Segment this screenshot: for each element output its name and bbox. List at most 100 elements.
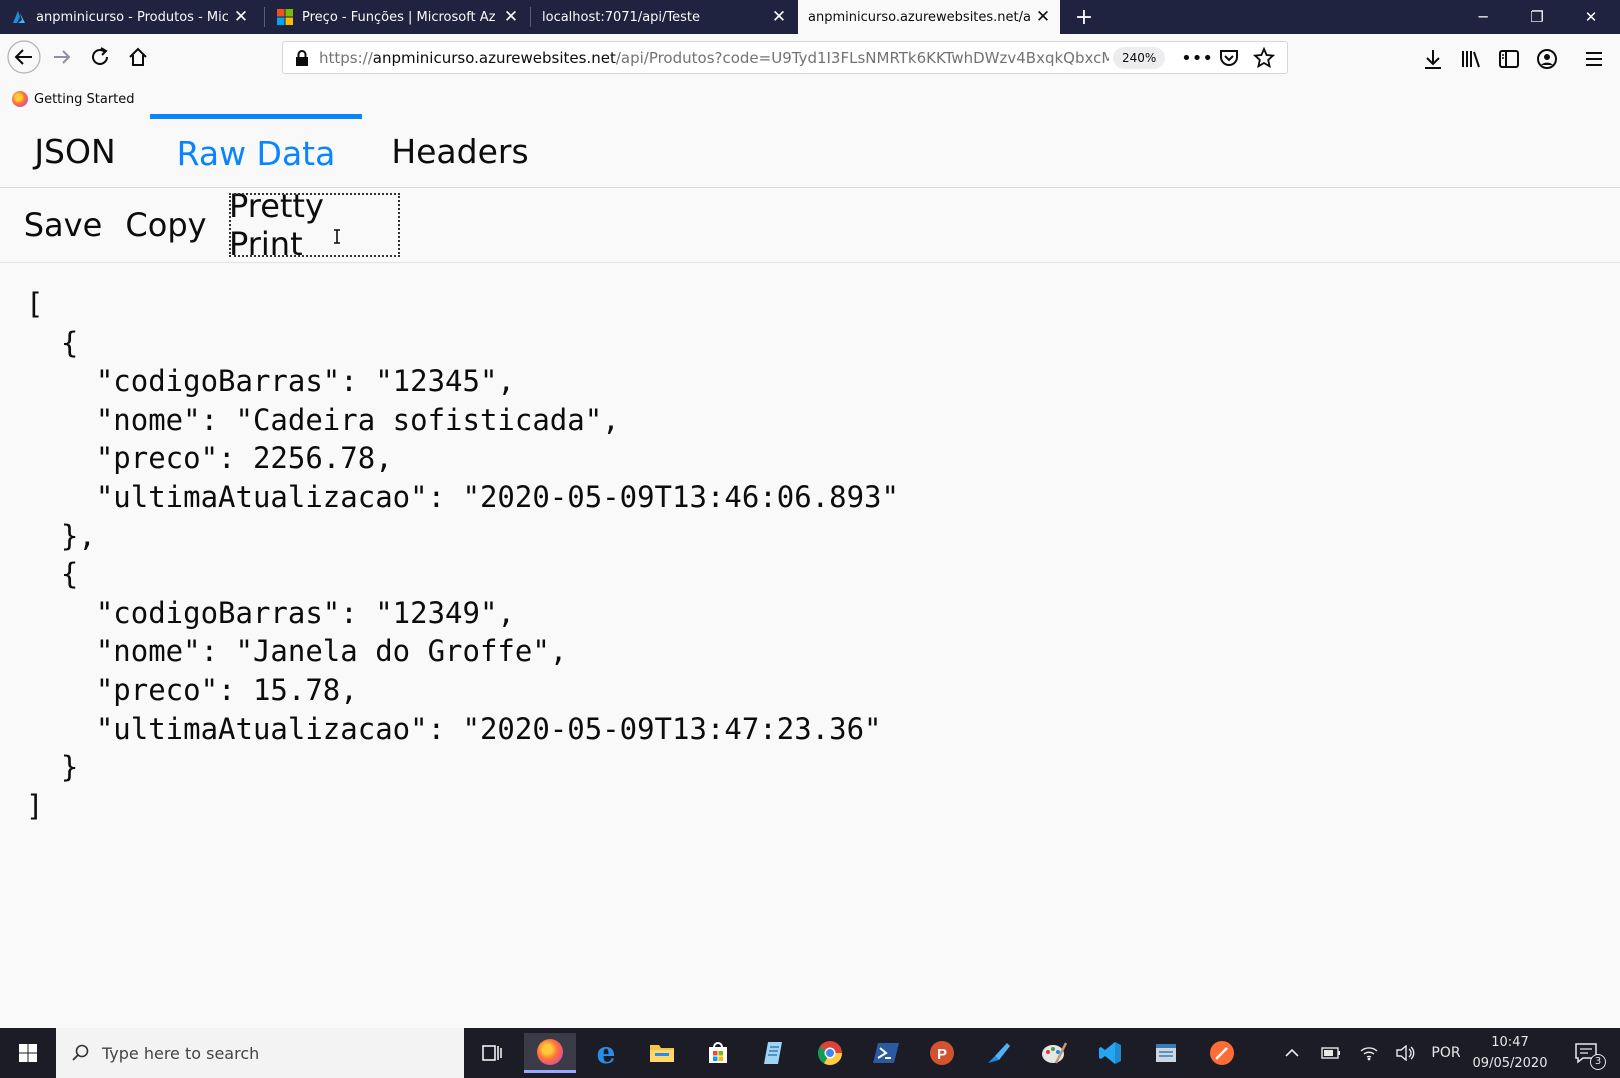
json-viewer-tabs: JSON Raw Data Headers [0, 114, 1620, 188]
search-icon [72, 1044, 89, 1061]
save-button[interactable]: Save [22, 193, 104, 257]
taskbar-sql-tool[interactable] [1140, 1033, 1192, 1073]
taskbar-powerpoint[interactable]: P [916, 1033, 968, 1073]
new-tab-button[interactable]: + [1070, 0, 1098, 34]
mouse-cursor-icon [334, 229, 340, 244]
reload-icon [92, 47, 108, 65]
raw-data-toolbar: Save Copy Pretty Print [0, 187, 1620, 263]
paint-3d-icon [988, 1043, 1010, 1063]
url-host: anpminicurso.azurewebsites.net [372, 49, 616, 67]
lock-icon [296, 50, 308, 66]
restore-window-button[interactable]: ❐ [1510, 0, 1564, 34]
postman-icon [1210, 1041, 1234, 1065]
bookmark-label: Getting Started [34, 91, 135, 107]
downloads-icon[interactable] [1422, 48, 1444, 70]
folder-icon [650, 1045, 674, 1062]
browser-tab-preco-funcoes[interactable]: Preço - Funções | Microsoft Az ✕ [266, 0, 528, 34]
tab-divider [264, 7, 265, 27]
task-view-button[interactable] [466, 1033, 518, 1073]
taskbar-search-box[interactable]: Type here to search [56, 1028, 464, 1078]
home-icon [129, 47, 147, 66]
vscode-icon [1099, 1042, 1121, 1064]
start-button[interactable] [0, 1028, 56, 1078]
tab-divider [530, 7, 531, 27]
url-text[interactable]: https://anpminicurso.azurewebsites.net/a… [319, 49, 1109, 67]
notification-count-badge: 3 [1590, 1054, 1606, 1070]
windows-logo-icon [19, 1044, 37, 1062]
close-window-button[interactable]: ✕ [1564, 0, 1618, 34]
taskbar-vscode[interactable] [1084, 1033, 1136, 1073]
library-icon[interactable] [1460, 48, 1482, 70]
forward-button[interactable] [44, 39, 80, 75]
back-button[interactable] [6, 39, 42, 75]
browser-tab-azure-produtos[interactable]: anpminicurso - Produtos - Mic ✕ [0, 0, 258, 34]
clock-date: 09/05/2020 [1472, 1056, 1548, 1071]
microsoft-icon [277, 9, 293, 25]
taskbar-postman[interactable] [1196, 1033, 1248, 1073]
volume-icon[interactable] [1390, 1028, 1420, 1078]
back-arrow-icon [7, 40, 41, 74]
zoom-level-badge[interactable]: 240% [1113, 47, 1166, 69]
sql-tool-icon [1156, 1044, 1176, 1062]
tab-json[interactable]: JSON [18, 114, 132, 188]
powershell-icon [873, 1043, 899, 1063]
account-icon[interactable] [1536, 48, 1558, 70]
pretty-print-button[interactable]: Pretty Print [229, 187, 400, 263]
powerpoint-icon: P [930, 1041, 954, 1065]
minimize-window-button[interactable]: ─ [1456, 0, 1510, 34]
reload-button[interactable] [82, 39, 118, 75]
taskbar-firefox[interactable] [524, 1033, 576, 1073]
battery-icon[interactable] [1316, 1028, 1346, 1078]
input-language-indicator[interactable]: POR [1428, 1028, 1464, 1078]
taskbar-file-explorer[interactable] [636, 1033, 688, 1073]
taskbar-chrome[interactable] [804, 1033, 856, 1073]
menu-icon[interactable] [1584, 49, 1604, 69]
edge-icon: e [596, 1035, 616, 1071]
bookmark-getting-started[interactable]: Getting Started [12, 88, 135, 110]
azure-icon [13, 11, 25, 23]
browser-nav-bar: https://anpminicurso.azurewebsites.net/a… [0, 34, 1620, 84]
close-tab-icon[interactable]: ✕ [766, 4, 792, 30]
url-path: /api/Produtos?code=U9Tyd1I3FLsNMRTk6KKTw… [615, 49, 1109, 67]
windows-taskbar: Type here to search e P POR 10:47 09/05/… [0, 1028, 1620, 1078]
notepad-icon [764, 1042, 782, 1064]
tab-raw-data[interactable]: Raw Data [150, 114, 362, 188]
taskbar-edge[interactable]: e [580, 1033, 632, 1073]
taskbar-paint-3d[interactable] [972, 1033, 1024, 1073]
browser-tab-localhost-teste[interactable]: localhost:7071/api/Teste ✕ [532, 0, 796, 34]
tab-title: anpminicurso - Produtos - Mic [36, 9, 228, 25]
sidebar-icon[interactable] [1498, 48, 1520, 70]
close-tab-icon[interactable]: ✕ [228, 4, 254, 30]
close-tab-icon[interactable]: ✕ [1030, 4, 1056, 30]
taskbar-store[interactable] [692, 1033, 744, 1073]
copy-button[interactable]: Copy [122, 193, 210, 257]
raw-json-text: [ { "codigoBarras": "12345", "nome": "Ca… [26, 287, 899, 823]
tab-title: Preço - Funções | Microsoft Az [302, 9, 496, 25]
forward-arrow-icon [54, 50, 71, 64]
action-center-button[interactable]: 3 [1566, 1028, 1606, 1078]
browser-tab-strip: anpminicurso - Produtos - Mic ✕ Preço - … [0, 0, 1620, 34]
tab-title: localhost:7071/api/Teste [542, 9, 701, 25]
taskbar-powershell[interactable] [860, 1033, 912, 1073]
firefox-icon [537, 1038, 563, 1065]
paint-icon [1042, 1042, 1068, 1064]
taskbar-paint[interactable] [1028, 1033, 1080, 1073]
home-button[interactable] [120, 39, 156, 75]
svg-text:P: P [937, 1046, 947, 1063]
close-tab-icon[interactable]: ✕ [498, 4, 524, 30]
browser-tab-api-produtos[interactable]: anpminicurso.azurewebsites.net/ap ✕ [798, 0, 1060, 34]
show-hidden-icons-chevron-up-icon[interactable] [1280, 1028, 1304, 1078]
search-placeholder: Type here to search [102, 1043, 260, 1063]
pocket-icon[interactable] [1219, 48, 1239, 68]
address-bar[interactable]: https://anpminicurso.azurewebsites.net/a… [282, 41, 1288, 74]
firefox-icon [12, 91, 28, 107]
taskbar-notepad[interactable] [748, 1033, 800, 1073]
tab-headers[interactable]: Headers [378, 114, 542, 188]
bookmark-star-icon[interactable] [1253, 47, 1275, 69]
wifi-icon[interactable] [1354, 1028, 1384, 1078]
chrome-icon [817, 1041, 842, 1066]
page-actions-icon[interactable]: ••• [1181, 46, 1213, 70]
taskbar-clock[interactable]: 10:47 09/05/2020 [1468, 1032, 1552, 1074]
bookmarks-toolbar: Getting Started [0, 84, 1620, 114]
tab-title: anpminicurso.azurewebsites.net/ap [808, 9, 1030, 25]
